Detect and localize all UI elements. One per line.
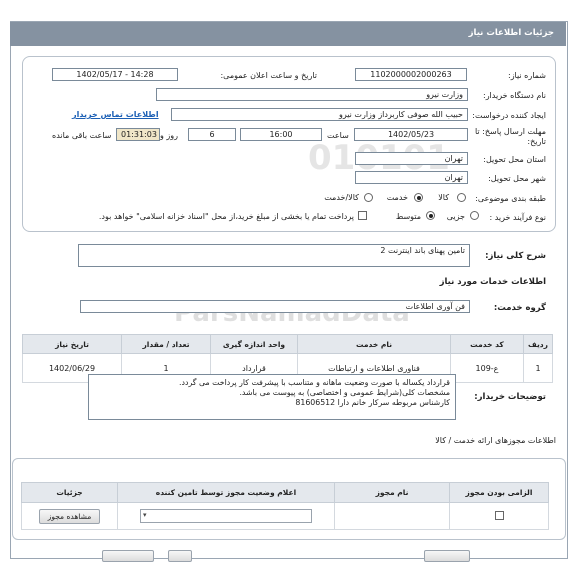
province-field: تهران bbox=[355, 152, 468, 165]
category-radio-service[interactable] bbox=[414, 193, 423, 202]
purchase-radio-minor[interactable] bbox=[470, 211, 479, 220]
buyer-notes-label: توضیحات خریدار: bbox=[474, 392, 546, 402]
bottom-action-button-right[interactable] bbox=[424, 550, 470, 562]
need-info-panel bbox=[22, 56, 556, 232]
page-header: جزئیات اطلاعات نیاز bbox=[10, 22, 566, 46]
service-group-label: گروه خدمت: bbox=[493, 303, 546, 313]
buyer-notes-line-3: کارشناس مربوطه سرکار خانم دارا 81606512 bbox=[295, 398, 450, 407]
announce-date-label: تاریخ و ساعت اعلان عمومی: bbox=[220, 71, 317, 80]
category-option-goods: کالا bbox=[438, 193, 449, 202]
purchase-option-medium: متوسط bbox=[395, 212, 421, 221]
license-required-cell bbox=[449, 502, 549, 530]
summary-field: تامین پهنای باند اینترنت 2 bbox=[78, 244, 470, 267]
table-row: ▾ مشاهده مجوز bbox=[21, 502, 549, 530]
purchase-radio-medium[interactable] bbox=[426, 211, 435, 220]
col-need-date: تاریخ نیاز bbox=[22, 334, 122, 354]
license-required-checkbox[interactable] bbox=[494, 510, 504, 520]
buyer-notes-line-2: مشخصات کلی(شرایط عمومی و اختصاصی) به پیو… bbox=[239, 388, 450, 397]
license-status-select[interactable]: ▾ bbox=[140, 509, 312, 523]
view-license-button[interactable]: مشاهده مجوز bbox=[38, 508, 101, 524]
category-radio-goods[interactable] bbox=[457, 193, 466, 202]
category-option-service: خدمت bbox=[386, 193, 408, 202]
cell-service-code: ع-109 bbox=[450, 353, 524, 383]
category-radio-both[interactable] bbox=[364, 193, 373, 202]
col-row: ردیف bbox=[523, 334, 553, 354]
hour-label: ساعت bbox=[327, 131, 349, 140]
col-license-required: الزامی بودن مجوز bbox=[449, 482, 549, 503]
col-unit: واحد اندازه گیری bbox=[210, 334, 298, 354]
purchase-option-minor: جزیی bbox=[446, 212, 465, 221]
buyer-org-field: وزارت نیرو bbox=[156, 88, 468, 101]
days-label: روز و bbox=[160, 131, 178, 140]
service-group-field: فن آوری اطلاعات bbox=[80, 300, 470, 313]
treasury-payment-note: پرداخت تمام یا بخشی از مبلغ خرید،از محل … bbox=[98, 212, 354, 221]
remaining-label: ساعت باقی مانده bbox=[52, 131, 112, 140]
page-title: جزئیات اطلاعات نیاز bbox=[468, 28, 554, 38]
city-field: تهران bbox=[355, 171, 468, 184]
buyer-org-label: نام دستگاه خریدار: bbox=[483, 91, 546, 100]
cell-row: 1 bbox=[523, 353, 553, 383]
need-number-field: 1102000002000263 bbox=[355, 68, 467, 81]
need-number-label: شماره نیاز: bbox=[508, 71, 546, 80]
buyer-notes-line-1: قرارداد یکساله با صورت وضعیت ماهانه و مت… bbox=[179, 378, 450, 387]
licenses-table: الزامی بودن مجوز نام مجوز اعلام وضعیت مج… bbox=[21, 482, 549, 530]
buyer-contact-link[interactable]: اطلاعات تماس خریدار bbox=[72, 110, 159, 119]
col-quantity: تعداد / مقدار bbox=[121, 334, 211, 354]
buyer-notes-field: قرارداد یکساله با صورت وضعیت ماهانه و مت… bbox=[88, 374, 456, 420]
col-service-name: نام خدمت bbox=[297, 334, 451, 354]
licenses-section-title: اطلاعات مجوزهای ارائه خدمت / کالا bbox=[435, 436, 556, 445]
col-license-status: اعلام وضعیت مجوز توسط تامین کننده bbox=[117, 482, 335, 503]
col-license-details: جزئیات bbox=[21, 482, 118, 503]
remaining-time-field: 01:31:03 bbox=[116, 128, 160, 141]
city-label: شهر محل تحویل: bbox=[488, 174, 546, 183]
col-license-name: نام مجوز bbox=[334, 482, 450, 503]
license-details-cell: مشاهده مجوز bbox=[21, 502, 118, 530]
license-status-cell: ▾ bbox=[117, 502, 335, 530]
services-table-header: ردیف کد خدمت نام خدمت واحد اندازه گیری ت… bbox=[22, 334, 553, 354]
treasury-payment-checkbox[interactable] bbox=[358, 211, 367, 220]
chevron-down-icon: ▾ bbox=[143, 511, 147, 519]
purchase-type-label: نوع فرآیند خرید : bbox=[489, 213, 546, 222]
province-label: استان محل تحویل: bbox=[483, 155, 546, 164]
bottom-action-button-left[interactable] bbox=[102, 550, 154, 562]
deadline-label: مهلت ارسال پاسخ: تا bbox=[474, 127, 546, 136]
col-service-code: کد خدمت bbox=[450, 334, 524, 354]
creator-label: ایجاد کننده درخواست: bbox=[472, 111, 546, 120]
category-option-both: کالا/خدمت bbox=[324, 193, 359, 202]
creator-field: حبیب الله صوفی کاربرداز وزارت نیرو bbox=[171, 108, 468, 121]
license-name-cell bbox=[334, 502, 450, 530]
category-label: طبقه بندی موضوعی: bbox=[475, 194, 546, 203]
announce-date-field: 1402/05/17 - 14:28 bbox=[52, 68, 178, 81]
deadline-time-field: 16:00 bbox=[240, 128, 322, 141]
days-field: 6 bbox=[188, 128, 236, 141]
summary-label: شرح کلی نیاز: bbox=[485, 251, 546, 261]
deadline-date-label: تاریخ: bbox=[527, 137, 546, 146]
services-section-title: اطلاعات خدمات مورد نیاز bbox=[439, 277, 546, 287]
bottom-action-button-middle[interactable] bbox=[168, 550, 192, 562]
licenses-table-header: الزامی بودن مجوز نام مجوز اعلام وضعیت مج… bbox=[21, 482, 549, 503]
deadline-date-field: 1402/05/23 bbox=[354, 128, 468, 141]
